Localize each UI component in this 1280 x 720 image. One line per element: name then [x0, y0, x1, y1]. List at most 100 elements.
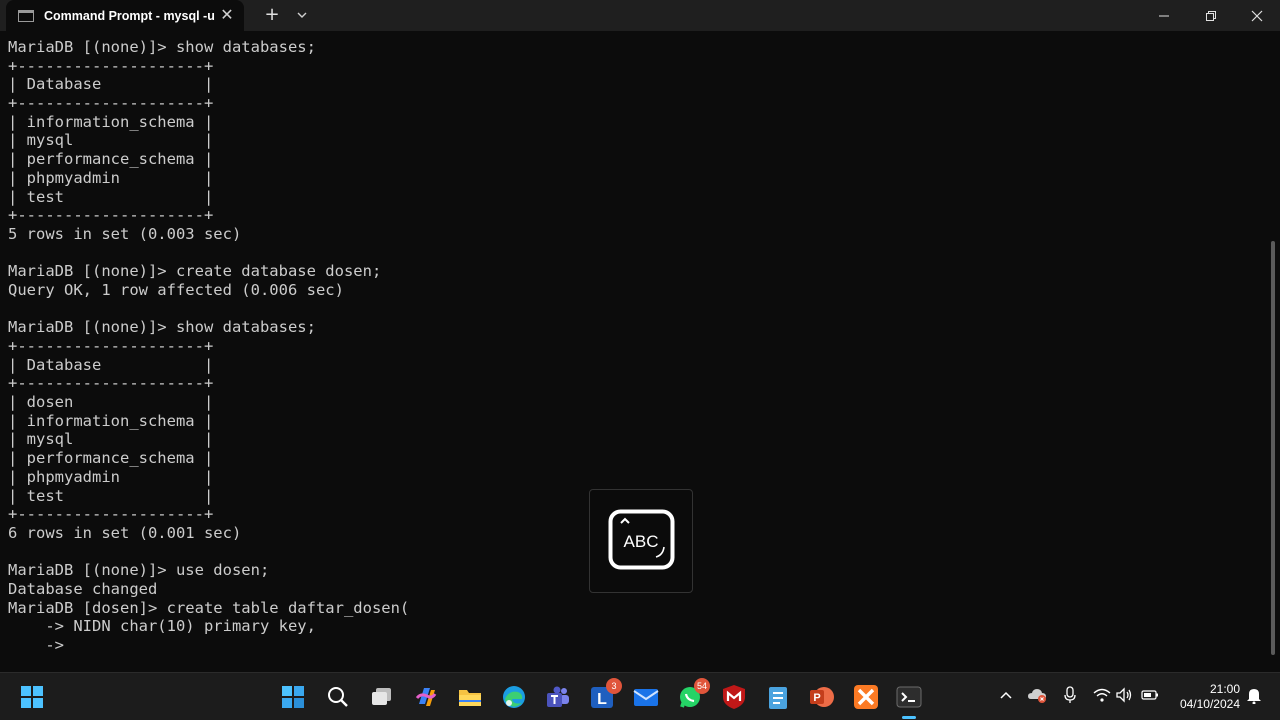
tab-title: Command Prompt - mysql -u — [44, 8, 215, 23]
notepad-button[interactable] — [761, 680, 795, 714]
notification-bell-icon — [1247, 689, 1261, 704]
start-button[interactable] — [15, 680, 49, 714]
terminal-text: MariaDB [(none)]> show databases; +------… — [8, 38, 409, 655]
mcafee-icon — [723, 685, 745, 709]
folder-icon — [459, 690, 481, 706]
file-explorer-button[interactable] — [453, 680, 487, 714]
copilot-icon — [415, 688, 437, 706]
terminal-line: MariaDB [(none)]> show databases; — [8, 318, 316, 337]
terminal-line: +--------------------+ — [8, 206, 214, 225]
terminal-line: +--------------------+ — [8, 374, 214, 393]
abc-keyboard-icon: ABC — [608, 509, 675, 570]
wifi-icon — [1093, 688, 1111, 702]
task-view-icon — [372, 688, 391, 705]
teams-icon — [547, 686, 569, 707]
terminal-line: | test | — [8, 187, 214, 206]
terminal-line: | test | — [8, 486, 214, 505]
powerpoint-icon: P — [810, 687, 834, 707]
l-app-button[interactable]: L 3 — [585, 678, 622, 714]
terminal-line: MariaDB [(none)]> show databases; — [8, 38, 316, 56]
mail-icon — [633, 689, 659, 706]
terminal-button[interactable] — [892, 680, 926, 714]
terminal-line: 5 rows in set (0.003 sec) — [8, 224, 242, 243]
teams-button[interactable] — [541, 680, 575, 714]
notifications-button[interactable] — [1244, 685, 1264, 705]
abc-label: ABC — [624, 532, 659, 551]
search-button[interactable] — [321, 680, 355, 714]
edge-button[interactable] — [497, 680, 531, 714]
terminal-tab[interactable]: Command Prompt - mysql -u ✕ — [6, 0, 244, 31]
notification-badge: 54 — [694, 678, 710, 694]
terminal-line: Query OK, 1 row affected (0.006 sec) — [8, 280, 344, 299]
restore-button[interactable] — [1188, 0, 1234, 31]
terminal-line: MariaDB [dosen]> create table daftar_dos… — [8, 598, 410, 617]
abc-input-indicator: ABC — [589, 489, 693, 593]
windows-logo-icon — [282, 686, 304, 708]
terminal-line: | dosen | — [8, 393, 214, 412]
powerpoint-button[interactable]: P — [805, 680, 839, 714]
notepad-icon — [769, 687, 787, 709]
clock[interactable]: 21:00 04/10/2024 — [1170, 682, 1240, 712]
scrollbar[interactable] — [1266, 31, 1280, 672]
chevron-up-icon — [1000, 691, 1012, 699]
terminal-line: | phpmyadmin | — [8, 168, 214, 187]
task-view-button[interactable] — [365, 680, 399, 714]
terminal-line: +--------------------+ — [8, 505, 214, 524]
battery-icon — [1141, 690, 1158, 700]
show-hidden-icons-button[interactable] — [996, 685, 1016, 705]
terminal-line: -> — [8, 636, 64, 654]
svg-text:L: L — [597, 691, 607, 708]
minimize-button[interactable] — [1141, 0, 1187, 31]
terminal-line: Database changed — [8, 579, 158, 598]
terminal-line: 6 rows in set (0.001 sec) — [8, 523, 242, 542]
windows-logo-icon — [21, 686, 43, 708]
xampp-icon — [854, 685, 878, 709]
svg-text:P: P — [813, 692, 820, 704]
terminal-line: | Database | — [8, 75, 214, 94]
taskbar: L 3 54 P 21:00 04/10/2024 — [0, 672, 1280, 720]
microphone-status[interactable] — [1060, 685, 1080, 705]
search-icon — [328, 687, 348, 707]
terminal-line: | mysql | — [8, 131, 214, 150]
start-menu-button[interactable] — [276, 680, 310, 714]
copilot-button[interactable] — [409, 680, 443, 714]
mcafee-button[interactable] — [717, 680, 751, 714]
terminal-line: +--------------------+ — [8, 94, 214, 113]
new-tab-button[interactable]: + — [262, 5, 282, 25]
terminal-line: -> NIDN char(10) primary key, — [8, 617, 316, 636]
tab-dropdown-chevron-icon[interactable] — [293, 6, 311, 24]
onedrive-status[interactable] — [1027, 685, 1047, 705]
terminal-line: | phpmyadmin | — [8, 467, 214, 486]
title-bar: Command Prompt - mysql -u ✕ + — [0, 0, 1280, 31]
close-window-button[interactable] — [1234, 0, 1280, 31]
battery-status[interactable] — [1140, 685, 1160, 705]
microphone-icon — [1064, 686, 1076, 703]
edge-icon — [503, 686, 525, 708]
command-prompt-icon — [18, 9, 34, 22]
clock-time: 21:00 — [1209, 682, 1240, 696]
terminal-line: | information_schema | — [8, 411, 214, 430]
mail-button[interactable] — [629, 680, 663, 714]
close-tab-icon[interactable]: ✕ — [218, 6, 236, 24]
terminal-line: | performance_schema | — [8, 449, 214, 468]
cloud-error-icon — [1028, 689, 1046, 703]
terminal-line: MariaDB [(none)]> create database dosen; — [8, 262, 382, 281]
terminal-line: | performance_schema | — [8, 150, 214, 169]
terminal-line: | Database | — [8, 355, 214, 374]
whatsapp-button[interactable]: 54 — [673, 678, 710, 714]
scrollbar-thumb[interactable] — [1271, 241, 1275, 655]
active-app-indicator — [902, 716, 916, 719]
wifi-status[interactable] — [1092, 685, 1112, 705]
xampp-button[interactable] — [849, 680, 883, 714]
speaker-icon — [1116, 687, 1132, 703]
volume-status[interactable] — [1115, 685, 1135, 705]
terminal-icon — [896, 686, 922, 708]
terminal-line: | information_schema | — [8, 112, 214, 131]
clock-date: 04/10/2024 — [1179, 697, 1240, 711]
notification-badge: 3 — [606, 678, 622, 694]
terminal-line: +--------------------+ — [8, 56, 214, 75]
terminal-line: | mysql | — [8, 430, 214, 449]
